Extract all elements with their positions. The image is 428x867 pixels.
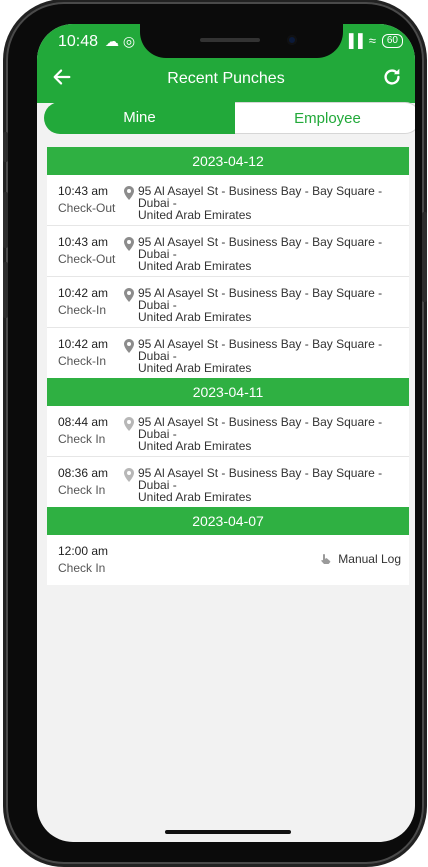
tab-mine[interactable]: Mine (44, 102, 235, 134)
punch-type: Check-In (58, 354, 107, 368)
punch-group: 12:00 am Check In Manual Log (47, 535, 409, 585)
location-pin-icon (124, 237, 134, 251)
address-line-2: United Arab Emirates (138, 259, 252, 273)
date-header: 2023-04-11 (47, 378, 409, 406)
punch-time: 08:36 am (58, 466, 109, 480)
refresh-icon[interactable] (381, 66, 403, 88)
punch-group: 10:43 am Check-Out 95 Al Asayel St - Busin… (47, 175, 409, 378)
home-indicator[interactable] (165, 830, 291, 834)
status-time: 10:48 (58, 33, 99, 50)
date-header: 2023-04-12 (47, 147, 409, 175)
address-line-1: 95 Al Asayel St - Business Bay - Bay Squ… (138, 337, 383, 363)
location-pin-icon (124, 339, 134, 353)
punch-type: Check In (58, 561, 106, 575)
address-line-1: 95 Al Asayel St - Business Bay - Bay Squ… (138, 466, 383, 492)
location-pin-icon (124, 468, 134, 482)
status-bar: 10:48 ☁ ◎ ▐▐ ≈ 60 (37, 24, 415, 60)
punch-row[interactable]: 08:36 am Check In 95 Al Asayel St - Busine… (47, 457, 409, 507)
address-line-2: United Arab Emirates (138, 310, 252, 324)
punch-address: 95 Al Asayel St - Business Bay - Bay Squ… (138, 416, 403, 452)
manual-log-indicator: Manual Log (320, 552, 401, 566)
screen: 10:48 ☁ ◎ ▐▐ ≈ 60 Recent Punches Mine Em… (37, 24, 415, 842)
punch-time: 10:43 am (58, 184, 109, 198)
date-header: 2023-04-07 (47, 507, 409, 535)
punch-type: Check-Out (58, 201, 116, 215)
signal-icon: ▐▐ (344, 33, 363, 48)
volume-up-button (3, 192, 8, 248)
punch-row[interactable]: 10:43 am Check-Out 95 Al Asayel St - Busin… (47, 175, 409, 226)
punch-time: 10:43 am (58, 235, 109, 249)
punch-row[interactable]: 10:42 am Check-In 95 Al Asayel St - Busine… (47, 328, 409, 378)
phone-frame: 10:48 ☁ ◎ ▐▐ ≈ 60 Recent Punches Mine Em… (3, 2, 427, 864)
punch-row[interactable]: 08:44 am Check In 95 Al Asayel St - Busine… (47, 406, 409, 457)
punch-list: 2023-04-12 10:43 am Check-Out 95 Al Asayel … (47, 147, 409, 585)
punch-row[interactable]: 10:43 am Check-Out 95 Al Asayel St - Busin… (47, 226, 409, 277)
battery-icon: 60 (381, 33, 403, 48)
address-line-1: 95 Al Asayel St - Business Bay - Bay Squ… (138, 235, 383, 261)
punch-address: 95 Al Asayel St - Business Bay - Bay Squ… (138, 185, 403, 221)
address-line-1: 95 Al Asayel St - Business Bay - Bay Squ… (138, 415, 383, 441)
hand-pointer-icon (321, 554, 331, 564)
power-button (422, 212, 427, 302)
address-line-1: 95 Al Asayel St - Business Bay - Bay Squ… (138, 286, 383, 312)
address-line-1: 95 Al Asayel St - Business Bay - Bay Squ… (138, 184, 383, 210)
punch-type: Check-Out (58, 252, 116, 266)
tab-employee[interactable]: Employee (235, 102, 415, 134)
camera-icon (287, 35, 297, 45)
punch-address: 95 Al Asayel St - Business Bay - Bay Squ… (138, 287, 403, 323)
wifi-icon: ≈ (368, 33, 376, 48)
punch-group: 08:44 am Check In 95 Al Asayel St - Busine… (47, 406, 409, 507)
manual-log-label: Manual Log (338, 552, 401, 566)
location-pin-icon (124, 417, 134, 431)
address-line-2: United Arab Emirates (138, 361, 252, 375)
punch-row[interactable]: 12:00 am Check In Manual Log (47, 535, 409, 585)
page-title: Recent Punches (167, 70, 285, 87)
punch-time: 10:42 am (58, 337, 109, 351)
punch-address: 95 Al Asayel St - Business Bay - Bay Squ… (138, 338, 403, 374)
speaker-grille (200, 38, 260, 42)
punch-type: Check In (58, 483, 106, 497)
mute-switch (3, 132, 8, 162)
location-pin-icon (124, 186, 134, 200)
notch (140, 24, 343, 58)
volume-down-button (3, 262, 8, 318)
location-pin-icon (124, 288, 134, 302)
punch-row[interactable]: 10:42 am Check-In 95 Al Asayel St - Busine… (47, 277, 409, 328)
address-line-2: United Arab Emirates (138, 208, 252, 222)
segment-tabs: Mine Employee (44, 102, 415, 136)
punch-address: 95 Al Asayel St - Business Bay - Bay Squ… (138, 236, 403, 272)
punch-time: 12:00 am (58, 544, 109, 558)
status-notification-icons: ☁ ◎ (105, 33, 136, 49)
app-header: 10:48 ☁ ◎ ▐▐ ≈ 60 Recent Punches (37, 24, 415, 103)
address-line-2: United Arab Emirates (138, 490, 252, 504)
toolbar: Recent Punches (37, 60, 415, 100)
punch-type: Check-In (58, 303, 107, 317)
punch-time: 10:42 am (58, 286, 109, 300)
punch-time: 08:44 am (58, 415, 109, 429)
punch-type: Check In (58, 432, 106, 446)
address-line-2: United Arab Emirates (138, 439, 252, 453)
status-right-icons: ▐▐ ≈ 60 (344, 33, 403, 48)
punch-address: 95 Al Asayel St - Business Bay - Bay Squ… (138, 467, 403, 503)
